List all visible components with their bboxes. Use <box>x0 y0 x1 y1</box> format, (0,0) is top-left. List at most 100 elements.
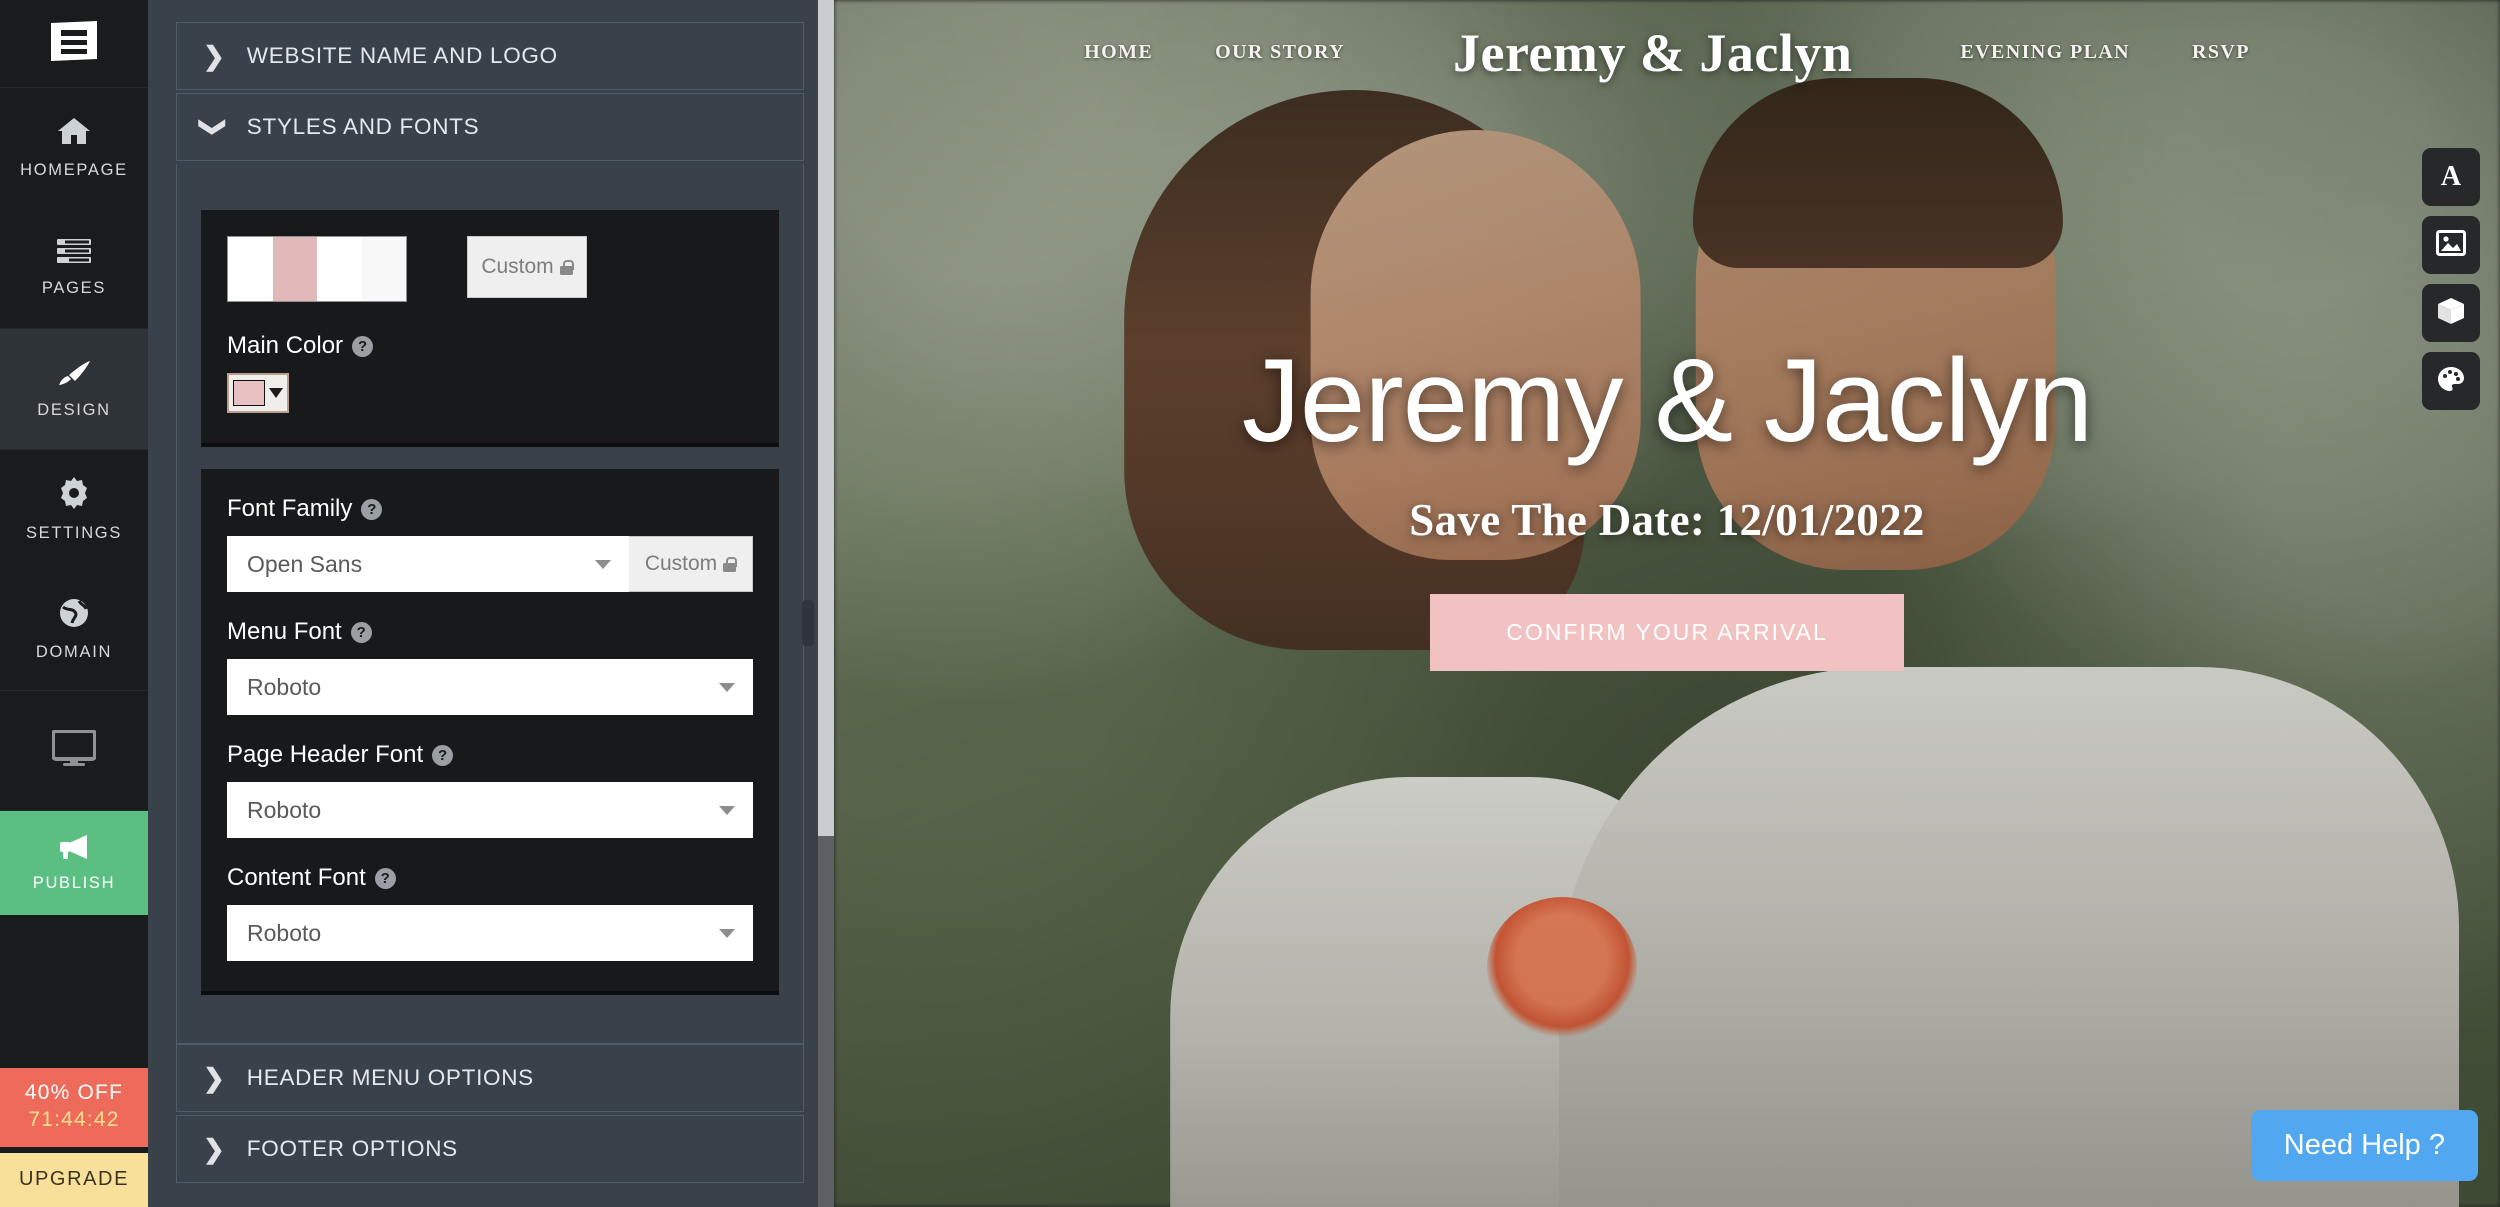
upgrade-button[interactable]: UPGRADE <box>0 1153 148 1207</box>
sidebar-item-design[interactable]: DESIGN <box>0 329 148 449</box>
discount-timer: 71:44:42 <box>28 1108 120 1131</box>
menu-font-label: Menu Font <box>227 618 342 645</box>
app-root: HOMEPAGE PAGES DESIGN SETTINGS DOMAIN PU… <box>0 0 2500 1207</box>
palette-swatch-1 <box>228 237 273 301</box>
site-title: Jeremy & Jaclyn <box>1453 22 1853 83</box>
sidebar-item-homepage[interactable]: HOMEPAGE <box>0 88 148 208</box>
menu-font-group: Menu Font ? Roboto <box>227 618 753 715</box>
globe-icon <box>59 598 89 633</box>
section-styles-and-fonts-header[interactable]: ❯ STYLES AND FONTS <box>176 93 804 161</box>
rail-group-content: HOMEPAGE PAGES <box>0 88 148 329</box>
app-logo[interactable] <box>0 0 148 88</box>
help-icon[interactable]: ? <box>361 498 383 520</box>
chevron-down-icon <box>719 682 735 692</box>
text-icon: A <box>2438 161 2464 194</box>
nav-link-our-story[interactable]: OUR STORY <box>1215 41 1345 64</box>
content-font-label-row: Content Font ? <box>227 864 753 892</box>
image-icon <box>2436 229 2466 261</box>
help-icon[interactable]: ? <box>374 867 396 889</box>
confirm-your-arrival-button[interactable]: CONFIRM YOUR ARRIVAL <box>1430 593 1904 671</box>
chevron-right-icon: ❯ <box>203 1063 225 1093</box>
font-family-label-row: Font Family ? <box>227 495 753 523</box>
sidebar-item-label: DESIGN <box>37 401 111 419</box>
rail-spacer <box>0 915 148 1068</box>
panel-resize-handle[interactable] <box>802 600 814 646</box>
section-styles-and-fonts: ❯ STYLES AND FONTS Custom Main Color ? F… <box>176 93 804 1044</box>
box-icon <box>2437 297 2465 330</box>
sidebar-item-settings[interactable]: SETTINGS <box>0 450 148 570</box>
panel-scrollbar-thumb[interactable] <box>818 0 834 836</box>
site-preview: HOME OUR STORY Jeremy & Jaclyn EVENING P… <box>834 0 2500 1207</box>
left-nav-rail: HOMEPAGE PAGES DESIGN SETTINGS DOMAIN PU… <box>0 0 148 1207</box>
chevron-down-icon: ❯ <box>198 116 229 138</box>
palette-row: Custom <box>227 236 753 302</box>
font-family-custom-label: Custom <box>644 552 718 575</box>
content-font-group: Content Font ? Roboto <box>227 864 753 961</box>
main-color-chip <box>233 380 265 406</box>
sidebar-item-domain[interactable]: DOMAIN <box>0 570 148 690</box>
panel-scrollbar-track[interactable] <box>818 0 834 1207</box>
sidebar-item-label: HOMEPAGE <box>20 161 128 179</box>
rail-group-config: SETTINGS DOMAIN <box>0 450 148 691</box>
gear-icon <box>58 477 90 514</box>
lock-icon <box>723 556 738 572</box>
section-title: HEADER MENU OPTIONS <box>246 1065 534 1090</box>
help-icon[interactable]: ? <box>350 621 372 643</box>
page-header-font-value: Roboto <box>247 796 322 823</box>
main-color-label-row: Main Color ? <box>227 332 753 360</box>
preview-device-button[interactable] <box>0 691 148 811</box>
menu-font-select[interactable]: Roboto <box>227 659 753 715</box>
paintbrush-icon <box>56 358 92 391</box>
menu-font-value: Roboto <box>247 673 322 700</box>
main-color-picker[interactable] <box>227 373 289 413</box>
content-font-select[interactable]: Roboto <box>227 905 753 961</box>
palette-swatch-2 <box>272 237 317 301</box>
section-footer-options[interactable]: ❯ FOOTER OPTIONS <box>176 1115 804 1183</box>
add-element-tool-button[interactable] <box>2422 284 2480 342</box>
chevron-down-icon <box>269 388 283 398</box>
palette-swatch-4 <box>361 237 406 301</box>
palette-custom-button[interactable]: Custom <box>467 236 587 298</box>
section-title: WEBSITE NAME AND LOGO <box>246 43 558 68</box>
chevron-right-icon: ❯ <box>203 41 225 71</box>
rail-group-design: DESIGN <box>0 329 148 450</box>
fonts-card: Font Family ? Open Sans Custom Menu Font… <box>201 469 779 991</box>
theme-palette-tool-button[interactable] <box>2422 352 2480 410</box>
chevron-right-icon: ❯ <box>203 1134 225 1164</box>
page-header-font-label-row: Page Header Font ? <box>227 741 753 769</box>
page-header-font-select[interactable]: Roboto <box>227 782 753 838</box>
section-header-menu-options[interactable]: ❯ HEADER MENU OPTIONS <box>176 1044 804 1112</box>
chevron-down-icon <box>595 559 611 569</box>
design-panel: ❯ WEBSITE NAME AND LOGO ❯ STYLES AND FON… <box>148 0 834 1207</box>
font-family-value: Open Sans <box>247 550 363 577</box>
content-font-label: Content Font <box>227 864 366 891</box>
discount-badge[interactable]: 40% OFF 71:44:42 <box>0 1068 148 1147</box>
palette-swatch[interactable] <box>227 236 407 302</box>
help-icon[interactable]: ? <box>432 744 454 766</box>
sidebar-item-label: DOMAIN <box>35 643 113 661</box>
main-color-group: Main Color ? <box>227 332 753 413</box>
section-website-name-and-logo[interactable]: ❯ WEBSITE NAME AND LOGO <box>176 22 804 90</box>
nav-link-home[interactable]: HOME <box>1084 41 1153 64</box>
monitor-icon <box>51 729 97 771</box>
nav-link-rsvp[interactable]: RSVP <box>2192 41 2250 64</box>
site-header-nav: HOME OUR STORY Jeremy & Jaclyn EVENING P… <box>834 0 2500 105</box>
font-family-custom-button[interactable]: Custom <box>629 536 753 592</box>
publish-button[interactable]: PUBLISH <box>0 811 148 915</box>
font-family-select[interactable]: Open Sans <box>227 536 629 592</box>
nav-link-evening-plan[interactable]: EVENING PLAN <box>1960 41 2130 64</box>
chevron-down-icon <box>719 805 735 815</box>
sidebar-item-label: SETTINGS <box>25 524 123 542</box>
page-header-font-group: Page Header Font ? Roboto <box>227 741 753 838</box>
editor-tool-strip: A <box>2422 148 2480 410</box>
content-font-value: Roboto <box>247 919 322 946</box>
palette-swatch-3 <box>317 237 362 301</box>
hero-subtitle: Save The Date: 12/01/2022 <box>1409 494 1925 545</box>
help-icon[interactable]: ? <box>352 335 374 357</box>
section-title: FOOTER OPTIONS <box>246 1136 458 1161</box>
sidebar-item-pages[interactable]: PAGES <box>0 208 148 328</box>
add-text-tool-button[interactable]: A <box>2422 148 2480 206</box>
add-image-tool-button[interactable] <box>2422 216 2480 274</box>
font-family-group: Font Family ? Open Sans Custom <box>227 495 753 592</box>
need-help-button[interactable]: Need Help ? <box>2250 1110 2478 1181</box>
